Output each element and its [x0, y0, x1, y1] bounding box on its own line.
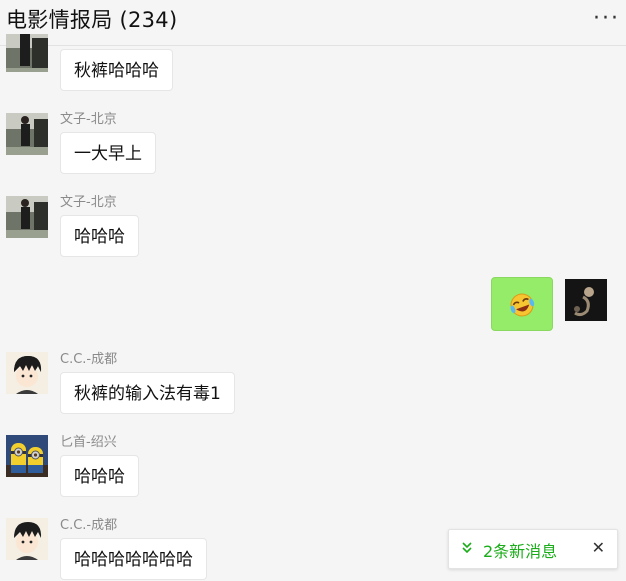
sender-name: 文子-北京 — [60, 195, 117, 210]
sender-name: 匕首-绍兴 — [60, 435, 117, 450]
chat-title: 电影情报局 (234) — [6, 8, 178, 32]
avatar-dark-photo — [565, 279, 607, 321]
message-bubble[interactable]: 一大早上 — [60, 132, 156, 174]
own-avatar[interactable] — [565, 279, 607, 321]
avatar[interactable] — [6, 435, 48, 477]
sender-name: 文子-北京 — [60, 112, 117, 127]
avatar[interactable] — [6, 518, 48, 560]
sender-name: C.C.-成都 — [60, 352, 118, 367]
avatar[interactable] — [6, 34, 48, 72]
sender-name: C.C.-成都 — [60, 518, 118, 533]
avatar[interactable] — [6, 196, 48, 238]
own-message-bubble[interactable] — [491, 277, 553, 331]
more-options-button[interactable]: ··· — [593, 6, 620, 31]
close-icon[interactable]: ✕ — [592, 538, 605, 557]
chat-header: 电影情报局 (234) ··· — [0, 0, 626, 46]
message-bubble[interactable]: 哈哈哈 — [60, 215, 139, 257]
avatar-woman-photo — [6, 196, 48, 238]
new-messages-toast[interactable]: 2条新消息 ✕ — [448, 529, 618, 569]
avatar-cartoon-boy — [6, 352, 48, 394]
new-messages-label[interactable]: 2条新消息 — [483, 538, 557, 562]
message-bubble[interactable]: 秋裤的输入法有毒1 — [60, 372, 235, 414]
avatar-cartoon-boy — [6, 518, 48, 560]
message-bubble[interactable]: 哈哈哈 — [60, 455, 139, 497]
avatar-woman-photo — [6, 34, 48, 72]
message-bubble[interactable]: 秋裤哈哈哈 — [60, 49, 173, 91]
double-chevron-down-icon — [461, 540, 473, 560]
avatar-woman-photo — [6, 113, 48, 155]
laughing-tears-emoji-icon — [510, 293, 535, 317]
avatar[interactable] — [6, 113, 48, 155]
avatar[interactable] — [6, 352, 48, 394]
avatar-minions — [6, 435, 48, 477]
